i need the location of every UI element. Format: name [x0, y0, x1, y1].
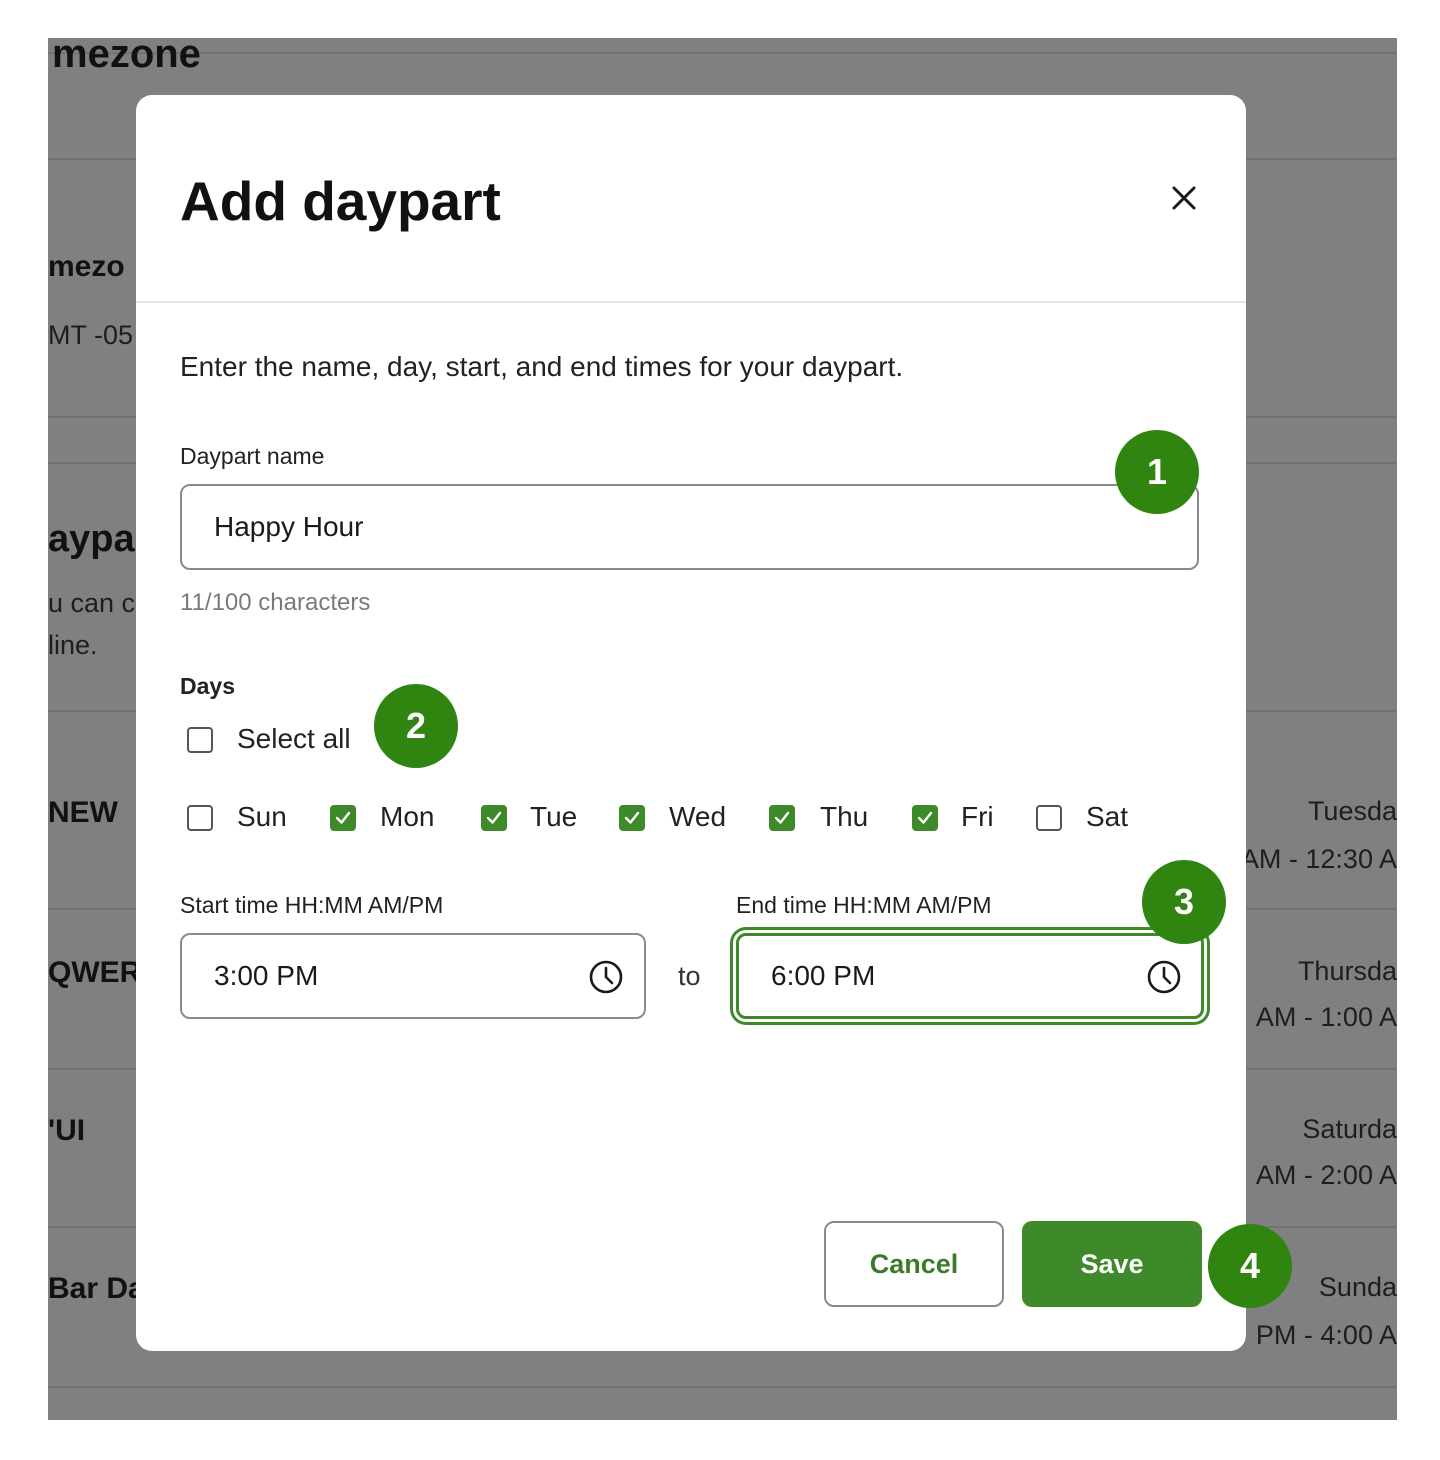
daypart-row-time: AM - 2:00 A	[1255, 1160, 1397, 1190]
checkmark-icon	[917, 811, 933, 824]
daypart-row-time: AM - 12:30 A	[1240, 844, 1397, 874]
start-time-input[interactable]	[214, 935, 584, 1017]
day-label-mon[interactable]: Mon	[380, 801, 434, 833]
daypart-row-time: AM - 1:00 A	[1255, 1002, 1397, 1032]
timezone-value: MT -05	[48, 320, 134, 350]
days-label: Days	[180, 673, 235, 699]
end-time-label: End time HH:MM AM/PM	[736, 892, 992, 918]
checkmark-icon	[335, 811, 351, 824]
select-all-checkbox[interactable]	[187, 727, 213, 753]
to-separator: to	[678, 961, 701, 991]
section-title: aypa	[48, 518, 135, 560]
day-checkbox-sun[interactable]	[187, 805, 213, 831]
add-daypart-dialog: Add daypart Enter the name, day, start, …	[136, 95, 1246, 1351]
daypart-row-day: Thursda	[1297, 956, 1397, 986]
checkmark-icon	[486, 811, 502, 824]
character-count: 11/100 characters	[180, 589, 371, 616]
day-label-sat[interactable]: Sat	[1086, 801, 1128, 833]
checkmark-icon	[774, 811, 790, 824]
day-label-thu[interactable]: Thu	[820, 801, 868, 833]
step-badge-4: 4	[1208, 1224, 1292, 1308]
daypart-row-time: PM - 4:00 A	[1255, 1320, 1397, 1350]
day-label-wed[interactable]: Wed	[669, 801, 726, 833]
daypart-row-day: Saturda	[1302, 1114, 1397, 1144]
day-label-sun[interactable]: Sun	[237, 801, 287, 833]
day-label-fri[interactable]: Fri	[961, 801, 994, 833]
timezone-label: mezo	[48, 250, 125, 283]
close-button[interactable]	[1166, 180, 1202, 216]
daypart-name-input[interactable]	[214, 486, 1026, 568]
dialog-description: Enter the name, day, start, and end time…	[180, 351, 904, 382]
day-label-tue[interactable]: Tue	[530, 801, 577, 833]
day-checkbox-mon[interactable]	[330, 805, 356, 831]
save-button[interactable]: Save	[1022, 1221, 1202, 1307]
close-icon	[1172, 186, 1196, 210]
daypart-row-name: 'UI	[48, 1114, 86, 1147]
day-checkbox-tue[interactable]	[481, 805, 507, 831]
day-checkbox-thu[interactable]	[769, 805, 795, 831]
daypart-row-name: NEW	[48, 796, 118, 829]
start-time-label: Start time HH:MM AM/PM	[180, 892, 444, 918]
daypart-name-field[interactable]	[180, 484, 1199, 570]
clock-icon[interactable]	[1146, 959, 1182, 995]
cancel-button[interactable]: Cancel	[824, 1221, 1004, 1307]
day-checkbox-fri[interactable]	[912, 805, 938, 831]
end-time-input[interactable]	[771, 936, 1141, 1016]
day-checkbox-sat[interactable]	[1036, 805, 1062, 831]
dialog-title: Add daypart	[180, 170, 501, 232]
end-time-field[interactable]	[736, 933, 1204, 1019]
daypart-row-day: Tuesda	[1307, 796, 1397, 826]
start-time-field[interactable]	[180, 933, 646, 1019]
daypart-row-day: Sunda	[1318, 1272, 1397, 1302]
section-description: u can c	[48, 588, 136, 618]
daypart-name-label: Daypart name	[180, 443, 325, 469]
checkmark-icon	[624, 811, 640, 824]
step-badge-2: 2	[374, 684, 458, 768]
divider	[48, 1386, 1397, 1388]
step-badge-1: 1	[1115, 430, 1199, 514]
step-badge-3: 3	[1142, 860, 1226, 944]
select-all-label[interactable]: Select all	[237, 723, 351, 755]
section-description: line.	[48, 630, 98, 660]
clock-icon[interactable]	[588, 959, 624, 995]
divider	[48, 52, 1397, 54]
header-divider	[136, 301, 1246, 303]
daypart-row-name: Bar Da	[48, 1272, 145, 1305]
day-checkbox-wed[interactable]	[619, 805, 645, 831]
page-header-fragment: mezone	[52, 38, 201, 76]
